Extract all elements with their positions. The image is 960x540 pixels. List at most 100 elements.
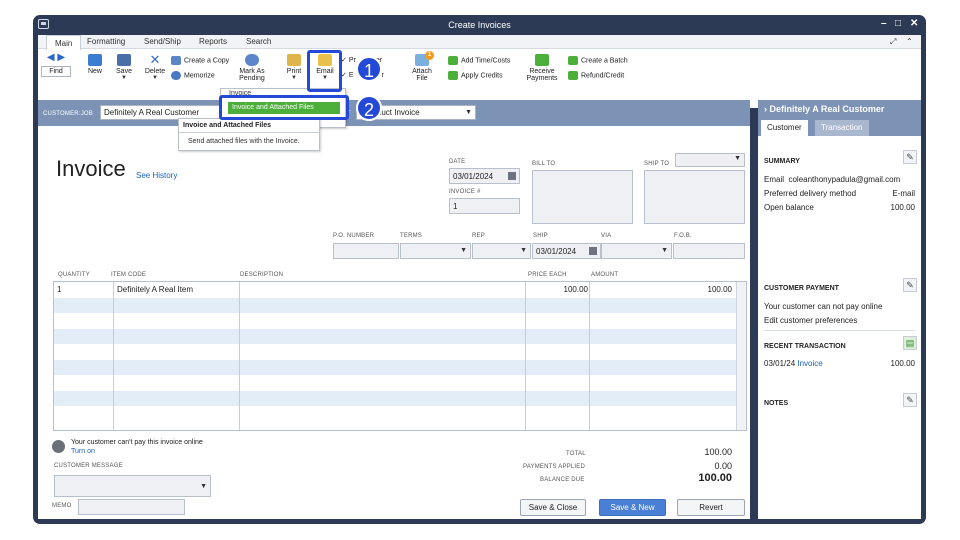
see-history-link[interactable]: See History	[136, 171, 177, 180]
copy-icon	[171, 56, 181, 65]
tab-formatting[interactable]: Formatting	[87, 37, 125, 46]
add-time-costs-button[interactable]: Add Time/Costs	[448, 56, 510, 65]
customer-job-label: CUSTOMER:JOB	[43, 111, 93, 117]
memorize-button[interactable]: Memorize	[171, 71, 215, 80]
item-code-header: ITEM CODE	[111, 272, 147, 278]
divider	[764, 330, 915, 331]
tab-customer[interactable]: Customer	[761, 120, 808, 136]
rep-label: REP	[472, 233, 485, 239]
table-row[interactable]	[54, 297, 746, 313]
column-divider	[113, 282, 114, 430]
chevron-down-icon: ▼	[121, 75, 127, 81]
refund-icon	[568, 71, 578, 80]
sidebar-header: › Definitely A Real Customer	[758, 100, 921, 120]
terms-select[interactable]: ▼	[400, 243, 471, 259]
quantity-header: QUANTITY	[58, 272, 90, 278]
table-row[interactable]	[54, 344, 746, 360]
calendar-icon[interactable]	[508, 172, 516, 180]
table-row[interactable]	[54, 375, 746, 391]
balance-link[interactable]: 100.00	[891, 203, 915, 212]
paperclip-icon: 1	[415, 51, 434, 66]
payment-icon	[535, 54, 549, 66]
invoice-number-label: INVOICE #	[449, 189, 481, 195]
price-each-header: PRICE EACH	[528, 272, 567, 278]
tab-search[interactable]: Search	[246, 37, 271, 46]
save-close-button[interactable]: Save & Close	[520, 499, 586, 516]
save-new-button[interactable]: Save & New	[599, 499, 666, 516]
table-row[interactable]	[54, 390, 746, 406]
callout-box-email	[307, 50, 342, 92]
save-icon	[117, 54, 131, 66]
new-button[interactable]: New	[83, 54, 107, 75]
edit-preferences-link[interactable]: Edit customer preferences	[764, 316, 857, 325]
tab-transaction[interactable]: Transaction	[815, 120, 869, 136]
tooltip-title: Invoice and Attached Files	[183, 122, 272, 129]
chevron-right-icon[interactable]: ›	[764, 104, 767, 114]
delivery-label: Preferred delivery method	[764, 189, 857, 198]
ribbon-tabs: Main Formatting Send/Ship Reports Search…	[38, 35, 921, 50]
create-batch-button[interactable]: Create a Batch	[568, 56, 628, 65]
payments-applied-value: 0.00	[714, 461, 732, 471]
window-title: Create Invoices	[448, 20, 511, 30]
delete-button[interactable]: ✕ Delete ▼	[142, 53, 168, 81]
via-select[interactable]: ▼	[601, 243, 672, 259]
date-field[interactable]: 03/01/2024	[449, 168, 520, 184]
apply-credits-button[interactable]: Apply Credits	[448, 71, 503, 80]
print-button[interactable]: Print ▼	[282, 54, 306, 81]
fob-label: F.O.B.	[674, 233, 692, 239]
invoice-number-field[interactable]: 1	[449, 198, 520, 214]
minimize-icon[interactable]: –	[881, 18, 887, 29]
sidebar-tabs: Customer Transaction	[758, 120, 921, 136]
save-button[interactable]: Save ▼	[112, 54, 136, 81]
recent-transaction-row[interactable]: 03/01/24 Invoice	[764, 359, 823, 368]
maximize-icon[interactable]: □	[895, 18, 901, 29]
ship-to-field[interactable]	[644, 170, 745, 224]
attach-file-button[interactable]: 1 Attach File	[408, 51, 436, 82]
fob-field[interactable]	[673, 243, 745, 259]
total-value: 100.00	[704, 447, 732, 457]
report-icon[interactable]: ▤	[903, 336, 917, 350]
credits-icon	[448, 71, 458, 80]
tab-main[interactable]: Main	[46, 35, 82, 50]
table-row[interactable]: 1 Definitely A Real Item 100.00 100.00	[54, 282, 746, 298]
edit-pencil-icon[interactable]: ✎	[903, 150, 917, 164]
payment-notice-icon	[52, 440, 65, 453]
po-number-field[interactable]	[333, 243, 399, 259]
rep-select[interactable]: ▼	[472, 243, 531, 259]
edit-pencil-icon[interactable]: ✎	[903, 278, 917, 292]
new-icon	[88, 54, 102, 66]
find-button[interactable]: ◀ ▶ Find	[41, 52, 71, 77]
edit-pencil-icon[interactable]: ✎	[903, 393, 917, 407]
prev-next-arrows-icon[interactable]: ◀ ▶	[47, 52, 65, 63]
customer-bar: CUSTOMER:JOB Definitely A Real Customer …	[38, 100, 750, 126]
table-row[interactable]	[54, 359, 746, 375]
tab-send-ship[interactable]: Send/Ship	[144, 37, 181, 46]
customer-message-select[interactable]: ▼	[54, 475, 211, 497]
customer-payment-heading: CUSTOMER PAYMENT	[764, 285, 839, 292]
collapse-ribbon-icon[interactable]: ⌃	[906, 37, 913, 46]
chevron-down-icon: ▼	[734, 155, 741, 162]
expand-icon[interactable]: ⤢	[890, 37, 896, 47]
batch-icon	[568, 56, 578, 65]
revert-button[interactable]: Revert	[677, 499, 745, 516]
notes-heading: NOTES	[764, 400, 789, 407]
refund-credit-button[interactable]: Refund/Credit	[568, 71, 624, 80]
mark-as-pending-button[interactable]: Mark As Pending	[234, 54, 270, 82]
chevron-down-icon: ▼	[465, 109, 472, 116]
receive-payments-button[interactable]: Receive Payments	[524, 54, 560, 82]
table-row[interactable]	[54, 313, 746, 329]
bill-to-field[interactable]	[532, 170, 633, 224]
ship-to-select[interactable]: ▼	[675, 153, 745, 167]
column-divider	[525, 282, 526, 430]
ship-date-field[interactable]: 03/01/2024	[532, 243, 601, 259]
table-row[interactable]	[54, 328, 746, 344]
table-scrollbar[interactable]	[736, 282, 746, 430]
tab-reports[interactable]: Reports	[199, 37, 227, 46]
calendar-icon[interactable]	[589, 247, 597, 255]
close-icon[interactable]: ✕	[910, 18, 918, 29]
memo-field[interactable]	[78, 499, 185, 515]
create-invoices-window: Create Invoices – □ ✕ Main Formatting Se…	[33, 15, 926, 524]
table-row[interactable]	[54, 406, 746, 422]
create-copy-button[interactable]: Create a Copy	[171, 56, 229, 65]
turn-on-link[interactable]: Turn on	[71, 448, 95, 455]
